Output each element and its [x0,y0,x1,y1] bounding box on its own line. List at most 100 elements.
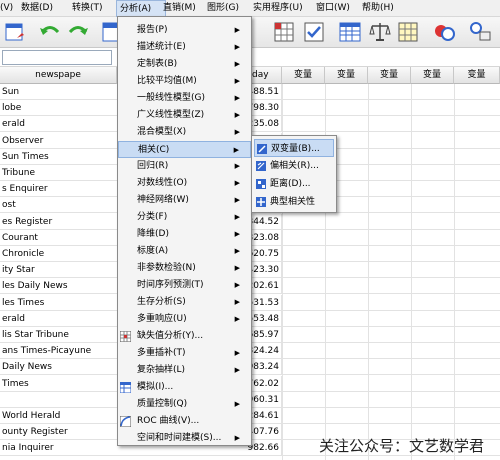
submenu-arrow-icon: ▶ [234,26,240,34]
analyze-menu-item-10[interactable]: 神经网络(W) ▶ [118,192,251,209]
use-sets-icon[interactable] [432,20,456,44]
menu-analyze[interactable]: 分析(A) [116,0,166,17]
newspaper-cell[interactable] [0,392,119,408]
newspaper-cell[interactable]: World Herald [0,408,119,424]
correlate-submenu: 双变量(B)... 偏相关(R)... 距离(D)... 典型相关性 [251,135,337,213]
roc-curve-icon [120,416,131,427]
analyze-menu-item-17[interactable]: 多重响应(U) ▶ [118,311,251,328]
bivariate-icon [257,144,267,154]
submenu-arrow-icon: ▶ [234,281,240,289]
newspaper-cell[interactable]: les Daily News [0,278,119,294]
analyze-menu-item-5[interactable]: 广义线性模型(Z) ▶ [118,107,251,124]
analyze-menu-item-3[interactable]: 比较平均值(M) ▶ [118,73,251,90]
newspaper-cell[interactable]: nia Inquirer [0,440,119,456]
newspaper-cell[interactable]: erald [0,311,119,327]
column-header-var5[interactable]: 变量 [454,67,500,84]
correlate-submenu-item-1[interactable]: 偏相关(R)... [254,157,334,175]
submenu-item-label: 偏相关(R)... [270,161,319,171]
submenu-arrow-icon: ▶ [234,366,240,374]
cell-reference-field[interactable] [2,50,112,65]
redo-icon[interactable] [66,20,90,44]
column-header-newspaper[interactable]: newspape [0,67,117,84]
menu-item-label: 定制表(B) [137,59,178,69]
submenu-arrow-icon: ▶ [234,247,240,255]
newspaper-cell[interactable]: Observer [0,133,119,149]
analyze-menu-item-19[interactable]: 多重插补(T) ▶ [118,345,251,362]
menu-transform[interactable]: 转换(T) [72,0,103,16]
menu-direct-marketing[interactable]: 直销(M) [163,0,196,16]
newspaper-cell[interactable]: s Enquirer [0,181,119,197]
newspaper-cell[interactable]: les Times [0,295,119,311]
analyze-menu-item-13[interactable]: 标度(A) ▶ [118,243,251,260]
analyze-menu-item-9[interactable]: 对数线性(O) ▶ [118,175,251,192]
newspaper-cell[interactable]: ity Star [0,262,119,278]
analyze-menu-item-12[interactable]: 降维(D) ▶ [118,226,251,243]
distance-icon [256,179,266,189]
menu-item-label: 分类(F) [137,212,168,222]
split-file-icon[interactable] [272,20,296,44]
newspaper-cell[interactable]: lis Star Tribune [0,327,119,343]
correlate-submenu-item-0[interactable]: 双变量(B)... [254,139,334,157]
column-header-var2[interactable]: 变量 [325,67,368,84]
newspaper-cell[interactable]: erald [0,116,119,132]
column-header-var4[interactable]: 变量 [411,67,454,84]
abc-icon[interactable] [468,20,492,44]
correlate-submenu-item-2[interactable]: 距离(D)... [254,175,334,193]
analyze-menu-item-14[interactable]: 非参数检验(N) ▶ [118,260,251,277]
newspaper-cell[interactable]: Daily News [0,359,119,375]
analyze-menu-item-23[interactable]: ROC 曲线(V)... [118,413,251,430]
newspaper-cell[interactable]: ost [0,197,119,213]
newspaper-cell[interactable]: Chronicle [0,246,119,262]
menu-graphs[interactable]: 图形(G) [207,0,239,16]
variables-icon[interactable] [3,20,27,44]
analyze-menu-item-6[interactable]: 混合模型(X) ▶ [118,124,251,141]
analyze-menu-item-18[interactable]: 缺失值分析(Y)... [118,328,251,345]
data-view-icon[interactable] [338,20,362,44]
newspaper-cell[interactable]: lobe [0,100,119,116]
correlate-submenu-item-3[interactable]: 典型相关性 [254,193,334,211]
menu-item-label: 比较平均值(M) [137,76,197,86]
column-header-var1[interactable]: 变量 [282,67,325,84]
analyze-menu-item-21[interactable]: 模拟(I)... [118,379,251,396]
newspaper-cell[interactable]: ounty Register [0,424,119,440]
newspaper-cell[interactable]: Tribune [0,165,119,181]
submenu-arrow-icon: ▶ [234,230,240,238]
value-labels-icon[interactable] [396,20,420,44]
submenu-item-label: 距离(D)... [270,179,311,189]
analyze-menu-item-16[interactable]: 生存分析(S) ▶ [118,294,251,311]
analyze-menu-item-4[interactable]: 一般线性模型(G) ▶ [118,90,251,107]
newspaper-cell[interactable]: es Register [0,214,119,230]
analyze-menu-item-2[interactable]: 定制表(B) ▶ [118,56,251,73]
menu-view[interactable]: (V) [0,0,13,16]
menu-utilities[interactable]: 实用程序(U) [253,0,303,16]
analyze-menu-item-20[interactable]: 复杂抽样(L) ▶ [118,362,251,379]
submenu-arrow-icon: ▶ [234,179,240,187]
analyze-menu-item-8[interactable]: 回归(R) ▶ [118,158,251,175]
undo-icon[interactable] [38,20,62,44]
analyze-menu-item-0[interactable]: 报告(P) ▶ [118,22,251,39]
select-cases-icon[interactable] [302,20,326,44]
menu-item-label: 标度(A) [137,246,169,256]
analyze-menu-item-24[interactable]: 空间和时间建模(S)... ▶ [118,430,251,447]
menu-item-label: 时间序列预测(T) [137,280,204,290]
newspaper-cell[interactable]: Courant [0,230,119,246]
analyze-menu-item-11[interactable]: 分类(F) ▶ [118,209,251,226]
analyze-menu-item-15[interactable]: 时间序列预测(T) ▶ [118,277,251,294]
menu-help[interactable]: 帮助(H) [362,0,394,16]
menu-window[interactable]: 窗口(W) [316,0,350,16]
menu-data[interactable]: 数据(D) [21,0,53,16]
submenu-item-label: 典型相关性 [270,197,316,207]
weight-cases-icon[interactable] [368,20,392,44]
menu-item-label: 非参数检验(N) [137,263,196,273]
menu-item-label: 空间和时间建模(S)... [137,433,222,443]
submenu-arrow-icon: ▶ [234,434,240,442]
analyze-menu-item-22[interactable]: 质量控制(Q) ▶ [118,396,251,413]
analyze-menu-item-1[interactable]: 描述统计(E) ▶ [118,39,251,56]
newspaper-cell[interactable]: Times [0,376,119,392]
partial-icon [256,161,266,171]
newspaper-cell[interactable]: ans Times-Picayune [0,343,119,359]
newspaper-cell[interactable]: Sun [0,84,119,100]
column-header-var3[interactable]: 变量 [368,67,411,84]
analyze-menu-item-7[interactable]: 相关(C) ▶ [118,141,251,158]
newspaper-cell[interactable]: Sun Times [0,149,119,165]
